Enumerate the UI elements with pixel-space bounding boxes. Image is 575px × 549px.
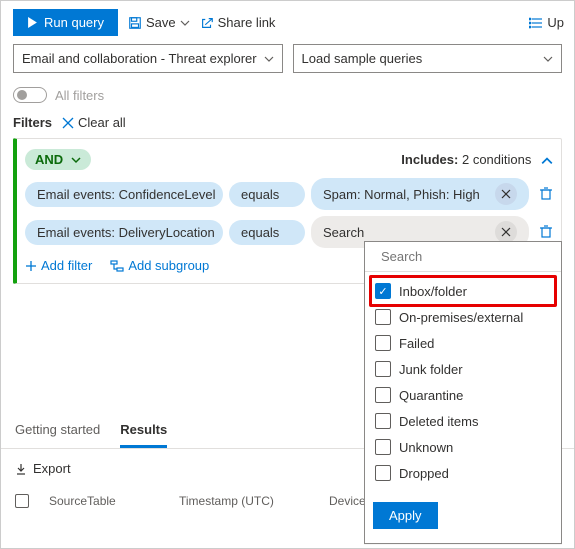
clear-all-button[interactable]: Clear all xyxy=(62,115,126,130)
popup-option[interactable]: Dropped xyxy=(373,460,553,486)
clear-all-label: Clear all xyxy=(78,115,126,130)
popup-option[interactable]: Failed xyxy=(373,330,553,356)
popup-option[interactable]: On-premises/external xyxy=(373,304,553,330)
close-icon xyxy=(501,227,511,237)
value-picker-popup: Inbox/folder On-premises/external Failed Ju… xyxy=(364,241,562,544)
popup-option-label: Quarantine xyxy=(399,388,463,403)
scope-select[interactable]: Email and collaboration - Threat explore… xyxy=(13,44,283,73)
scope-select-value: Email and collaboration - Threat explore… xyxy=(22,51,257,66)
logical-operator-label: AND xyxy=(35,152,63,167)
popup-options-list: Inbox/folder On-premises/external Failed Ju… xyxy=(365,272,561,492)
tab-results[interactable]: Results xyxy=(120,422,167,448)
checkbox-icon xyxy=(375,309,391,325)
popup-option-label: Failed xyxy=(399,336,434,351)
plus-icon xyxy=(25,260,37,272)
close-icon xyxy=(62,117,74,129)
trash-icon xyxy=(539,186,553,200)
delete-condition-button[interactable] xyxy=(539,186,553,203)
tab-getting-started[interactable]: Getting started xyxy=(15,422,100,448)
popup-option[interactable]: Deleted items xyxy=(373,408,553,434)
condition-field-pill[interactable]: Email events: DeliveryLocation xyxy=(25,220,223,245)
condition-value-pill[interactable]: Spam: Normal, Phish: High xyxy=(311,178,529,210)
chevron-down-icon xyxy=(264,54,274,64)
chevron-down-icon xyxy=(71,155,81,165)
condition-field-pill[interactable]: Email events: ConfidenceLevel xyxy=(25,182,223,207)
logical-operator-pill[interactable]: AND xyxy=(25,149,91,170)
save-icon xyxy=(128,16,142,30)
popup-option-label: On-premises/external xyxy=(399,310,523,325)
all-filters-row: All filters xyxy=(1,83,574,115)
chevron-down-icon xyxy=(180,18,190,28)
all-filters-toggle[interactable] xyxy=(13,87,47,103)
checkbox-icon xyxy=(375,283,391,299)
condition-row: Email events: ConfidenceLevel equals Spa… xyxy=(25,178,553,210)
checkbox-icon xyxy=(375,335,391,351)
filters-title: Filters xyxy=(13,115,52,130)
condition-op-pill[interactable]: equals xyxy=(229,220,305,245)
save-button[interactable]: Save xyxy=(128,15,190,30)
subgroup-icon xyxy=(110,260,124,272)
includes-summary: Includes: 2 conditions xyxy=(401,152,553,167)
popup-footer: Apply xyxy=(365,492,561,543)
share-icon xyxy=(200,16,214,30)
popup-option[interactable]: Junk folder xyxy=(373,356,553,382)
up-label: Up xyxy=(547,15,564,30)
select-all-checkbox[interactable] xyxy=(15,494,29,508)
sample-queries-select[interactable]: Load sample queries xyxy=(293,44,563,73)
run-query-button[interactable]: Run query xyxy=(13,9,118,36)
filters-header: Filters Clear all xyxy=(1,115,574,138)
checkbox-icon xyxy=(375,413,391,429)
condition-op-pill[interactable]: equals xyxy=(229,182,305,207)
chevron-up-icon[interactable] xyxy=(541,155,553,167)
chevron-down-icon xyxy=(543,54,553,64)
scope-selectors: Email and collaboration - Threat explore… xyxy=(1,44,574,83)
add-filter-button[interactable]: Add filter xyxy=(25,258,92,273)
trash-icon xyxy=(539,224,553,238)
delete-condition-button[interactable] xyxy=(539,224,553,241)
checkbox-icon xyxy=(375,465,391,481)
column-header[interactable]: SourceTable xyxy=(49,494,159,508)
filter-group-header: AND Includes: 2 conditions xyxy=(25,149,553,170)
popup-option[interactable]: Unknown xyxy=(373,434,553,460)
popup-option[interactable]: Quarantine xyxy=(373,382,553,408)
sample-queries-value: Load sample queries xyxy=(302,51,423,66)
apply-button[interactable]: Apply xyxy=(373,502,438,529)
share-link-label: Share link xyxy=(218,15,276,30)
checkbox-icon xyxy=(375,387,391,403)
popup-option-label: Unknown xyxy=(399,440,453,455)
all-filters-label: All filters xyxy=(55,88,104,103)
play-icon xyxy=(27,17,38,28)
scroll-up-button[interactable]: Up xyxy=(529,15,564,30)
popup-search-row xyxy=(365,242,561,272)
close-icon xyxy=(501,189,511,199)
clear-value-button[interactable] xyxy=(495,183,517,205)
popup-option-label: Deleted items xyxy=(399,414,478,429)
run-query-label: Run query xyxy=(44,15,104,30)
top-toolbar: Run query Save Share link Up xyxy=(1,1,574,44)
popup-option[interactable]: Inbox/folder xyxy=(373,278,553,304)
share-link-button[interactable]: Share link xyxy=(200,15,276,30)
checkbox-icon xyxy=(375,439,391,455)
clear-value-button[interactable] xyxy=(495,221,517,243)
save-label: Save xyxy=(146,15,176,30)
download-icon xyxy=(15,463,27,475)
popup-option-label: Junk folder xyxy=(399,362,463,377)
list-icon xyxy=(529,17,543,29)
popup-option-label: Dropped xyxy=(399,466,449,481)
popup-option-label: Inbox/folder xyxy=(399,284,467,299)
popup-search-input[interactable] xyxy=(379,248,559,265)
add-subgroup-button[interactable]: Add subgroup xyxy=(110,258,209,273)
checkbox-icon xyxy=(375,361,391,377)
column-header[interactable]: Timestamp (UTC) xyxy=(179,494,309,508)
